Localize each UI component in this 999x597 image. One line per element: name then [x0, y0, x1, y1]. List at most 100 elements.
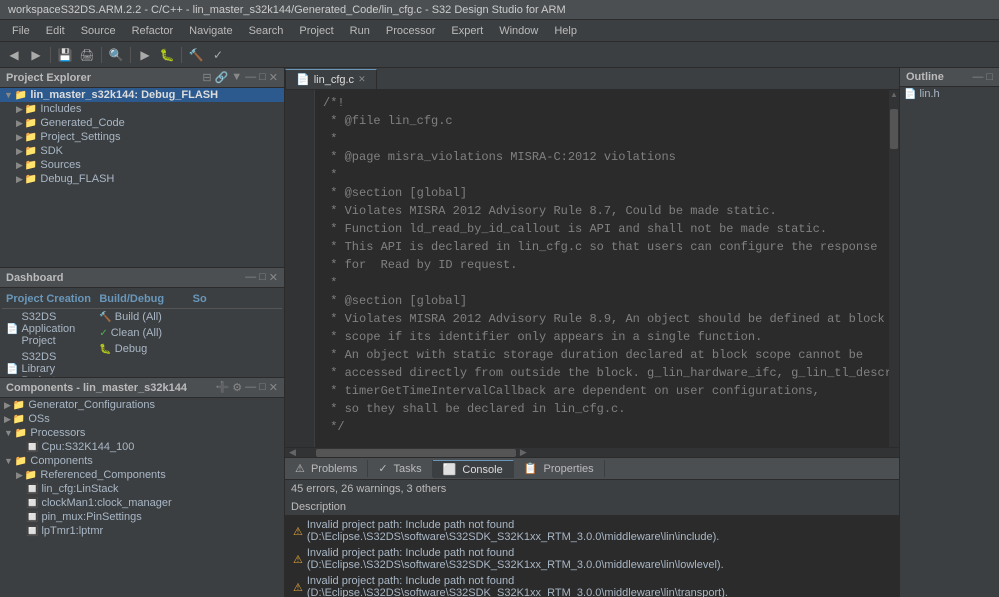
add-icon[interactable]: ➕	[216, 381, 230, 394]
menu-item-edit[interactable]: Edit	[38, 23, 73, 39]
build-all-item[interactable]: 🔨 Build (All)	[95, 309, 188, 325]
scroll-thumb[interactable]	[890, 109, 898, 149]
tab-close-icon[interactable]: ✕	[358, 74, 366, 85]
minimize-icon[interactable]: —	[245, 71, 256, 84]
menu-item-help[interactable]: Help	[546, 23, 585, 39]
so-header: So	[189, 290, 282, 309]
components-title: Components - lin_master_s32k144	[6, 382, 187, 394]
folder-icon: 📁	[25, 470, 37, 481]
toolbar-print[interactable]: 🖨	[77, 45, 97, 65]
comp-cpu[interactable]: 🔲 Cpu:S32K144_100	[0, 440, 284, 454]
menu-item-refactor[interactable]: Refactor	[124, 23, 182, 39]
dashboard-panel: Dashboard — □ ✕ Project Creation 📄 S32DS…	[0, 268, 284, 378]
filter-icon[interactable]: ⚙	[232, 381, 242, 394]
maximize-icon[interactable]: □	[986, 71, 993, 83]
menu-item-window[interactable]: Window	[491, 23, 546, 39]
project-creation-col: Project Creation 📄 S32DS Application Pro…	[2, 290, 95, 378]
error-item-1[interactable]: ⚠ Invalid project path: Include path not…	[289, 517, 895, 545]
editor-scrollbar[interactable]: ▲	[889, 90, 899, 447]
close-icon[interactable]: ✕	[269, 381, 278, 394]
menu-item-expert[interactable]: Expert	[443, 23, 491, 39]
menu-item-source[interactable]: Source	[73, 23, 124, 39]
comp-lptmr[interactable]: 🔲 lpTmr1:lptmr	[0, 524, 284, 538]
comp-oss[interactable]: ▶ 📁 OSs	[0, 412, 284, 426]
toolbar-clean[interactable]: ✓	[208, 45, 228, 65]
maximize-icon[interactable]: □	[259, 271, 266, 284]
tree-root[interactable]: ▼ 📁 lin_master_s32k144: Debug_FLASH	[0, 88, 284, 102]
menu-icon[interactable]: ▼	[231, 71, 242, 84]
menu-item-file[interactable]: File	[4, 23, 38, 39]
toolbar-run[interactable]: ▶	[135, 45, 155, 65]
close-icon[interactable]: ✕	[269, 271, 278, 284]
comp-components[interactable]: ▼ 📁 Components	[0, 454, 284, 468]
tab-console[interactable]: ⬜ Console	[433, 460, 514, 478]
toolbar-sep-2	[101, 47, 102, 63]
link-icon[interactable]: 🔗	[215, 71, 229, 84]
description-label: Description	[285, 499, 899, 515]
comp-generator-configs[interactable]: ▶ 📁 Generator_Configurations	[0, 398, 284, 412]
clean-icon: ✓	[99, 328, 107, 339]
components-tree: ▶ 📁 Generator_Configurations ▶ 📁 OSs ▼ 📁…	[0, 398, 284, 597]
menu-item-project[interactable]: Project	[291, 23, 341, 39]
comp-processors[interactable]: ▼ 📁 Processors	[0, 426, 284, 440]
hscroll-thumb[interactable]	[316, 449, 516, 457]
tab-tasks[interactable]: ✓ Tasks	[368, 460, 432, 477]
tab-properties[interactable]: 📋 Properties	[514, 460, 605, 477]
expand-arrow: ▶	[16, 174, 23, 185]
app-project-icon: 📄	[6, 324, 18, 335]
scroll-up[interactable]: ▲	[889, 90, 899, 99]
project-explorer-header: Project Explorer ⊟ 🔗 ▼ — □ ✕	[0, 68, 284, 88]
minimize-icon[interactable]: —	[972, 71, 983, 83]
title-bar: workspaceS32DS.ARM.2.2 - C/C++ - lin_mas…	[0, 0, 999, 20]
menu-item-processor[interactable]: Processor	[378, 23, 444, 39]
outline-lin-h[interactable]: 📄 lin.h	[900, 87, 999, 101]
code-line: * for Read by ID request.	[323, 256, 881, 274]
comp-pin-mux[interactable]: 🔲 pin_mux:PinSettings	[0, 510, 284, 524]
toolbar-back[interactable]: ◀	[4, 45, 24, 65]
close-icon[interactable]: ✕	[269, 71, 278, 84]
tree-includes-label: Includes	[40, 103, 81, 115]
tab-problems[interactable]: ⚠ Problems	[285, 460, 368, 477]
toolbar-debug[interactable]: 🐛	[157, 45, 177, 65]
menu-item-search[interactable]: Search	[241, 23, 292, 39]
tree-sdk[interactable]: ▶ 📁 SDK	[0, 144, 284, 158]
toolbar-build[interactable]: 🔨	[186, 45, 206, 65]
menu-item-run[interactable]: Run	[342, 23, 378, 39]
maximize-icon[interactable]: □	[259, 71, 266, 84]
tree-includes[interactable]: ▶ 📁 Includes	[0, 102, 284, 116]
project-creation-header: Project Creation	[2, 290, 95, 309]
tab-console-label: Console	[462, 464, 502, 476]
problems-icon: ⚠	[295, 463, 305, 475]
editor-tab-lin-cfg[interactable]: 📄 lin_cfg.c ✕	[285, 69, 377, 89]
minimize-icon[interactable]: —	[245, 381, 256, 394]
debug-item[interactable]: 🐛 Debug	[95, 341, 188, 357]
tree-debug-flash[interactable]: ▶ 📁 Debug_FLASH	[0, 172, 284, 186]
collapse-icon[interactable]: ⊟	[202, 71, 211, 84]
comp-referenced[interactable]: ▶ 📁 Referenced_Components	[0, 468, 284, 482]
comp-clock-man[interactable]: 🔲 clockMan1:clock_manager	[0, 496, 284, 510]
expand-arrow: ▶	[4, 414, 11, 425]
error-item-2[interactable]: ⚠ Invalid project path: Include path not…	[289, 545, 895, 573]
comp-generator-configs-label: Generator_Configurations	[28, 399, 155, 411]
toolbar: ◀ ▶ 💾 🖨 🔍 ▶ 🐛 🔨 ✓	[0, 42, 999, 68]
s32ds-app-project[interactable]: 📄 S32DS Application Project	[2, 309, 95, 349]
maximize-icon[interactable]: □	[259, 381, 266, 394]
toolbar-save[interactable]: 💾	[55, 45, 75, 65]
editor-hscroll[interactable]: ◀ ▶	[285, 447, 899, 457]
error-item-3[interactable]: ⚠ Invalid project path: Include path not…	[289, 573, 895, 597]
s32ds-lib-project[interactable]: 📄 S32DS Library Project	[2, 349, 95, 378]
toolbar-forward[interactable]: ▶	[26, 45, 46, 65]
minimize-icon[interactable]: —	[245, 271, 256, 284]
tree-generated-code[interactable]: ▶ 📁 Generated_Code	[0, 116, 284, 130]
comp-lin-cfg[interactable]: 🔲 lin_cfg:LinStack	[0, 482, 284, 496]
clean-all-item[interactable]: ✓ Clean (All)	[95, 325, 188, 341]
build-icon: 🔨	[99, 312, 111, 323]
code-editor[interactable]: /*! * @file lin_cfg.c * * @page misra_vi…	[315, 90, 889, 447]
menu-item-navigate[interactable]: Navigate	[181, 23, 240, 39]
tree-sources[interactable]: ▶ 📁 Sources	[0, 158, 284, 172]
debug-icon: 🐛	[99, 344, 111, 355]
toolbar-search[interactable]: 🔍	[106, 45, 126, 65]
tree-project-settings[interactable]: ▶ 📁 Project_Settings	[0, 130, 284, 144]
warn-icon: ⚠	[293, 525, 303, 538]
editor-area: 📄 lin_cfg.c ✕	[285, 68, 899, 597]
